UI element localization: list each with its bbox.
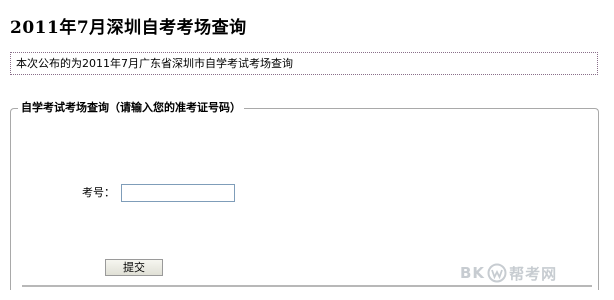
notice-text: 本次公布的为2011年7月广东省深圳市自学考试考场查询 (16, 57, 293, 70)
watermark-suffix: 帮考网 (509, 264, 558, 283)
exam-number-input[interactable] (121, 184, 235, 202)
exam-number-label: 考号： (82, 186, 115, 199)
watermark-prefix: BK (460, 264, 486, 282)
query-legend: 自学考试考场查询（请输入您的准考证号码） (18, 100, 244, 116)
bottom-divider (22, 285, 592, 287)
bkw-logo-icon (487, 263, 507, 283)
submit-button[interactable]: 提交 (105, 259, 163, 276)
notice-box: 本次公布的为2011年7月广东省深圳市自学考试考场查询 (10, 52, 598, 75)
watermark: BK 帮考网 (460, 262, 557, 284)
page-title: 2011年7月深圳自考考场查询 (10, 18, 247, 38)
